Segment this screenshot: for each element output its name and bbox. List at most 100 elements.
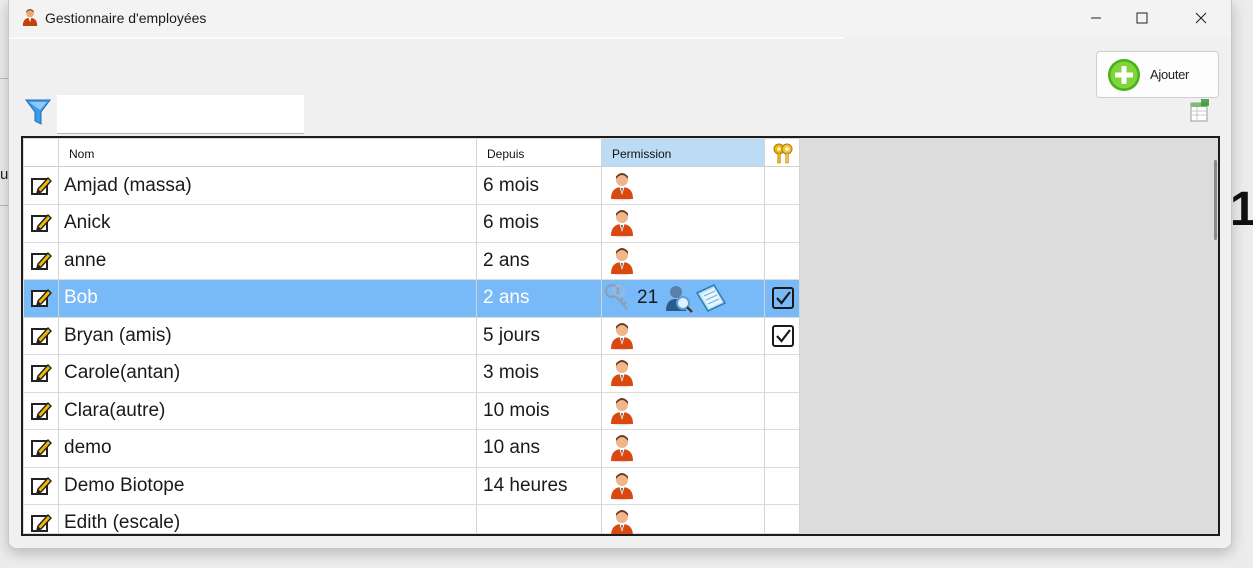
edit-cell[interactable] xyxy=(24,430,58,467)
key-checkbox-cell[interactable] xyxy=(766,505,800,535)
employee-table: Nom Depuis Permission Amjad (massa) 6 moi… xyxy=(24,139,800,534)
permission-cell xyxy=(603,317,765,354)
close-icon xyxy=(1195,12,1207,24)
key-checkbox-cell[interactable] xyxy=(766,467,800,504)
table-row[interactable]: Clara(autre) 10 mois xyxy=(24,392,800,430)
add-button[interactable]: Ajouter xyxy=(1096,51,1219,98)
person-icon xyxy=(611,210,633,238)
since-cell: 10 ans xyxy=(483,437,541,458)
filter-input[interactable] xyxy=(57,95,304,134)
edit-cell[interactable] xyxy=(24,167,58,204)
column-divider xyxy=(799,139,800,533)
person-icon xyxy=(611,322,633,350)
maximize-button[interactable] xyxy=(1119,0,1165,36)
column-divider xyxy=(476,139,477,533)
key-checkbox-cell[interactable] xyxy=(766,242,800,279)
edit-icon[interactable] xyxy=(30,325,52,347)
employee-manager-window: Gestionnaire d'employées Ajouter Nom Dep… xyxy=(8,0,1232,549)
book-icon xyxy=(695,283,727,313)
table-row[interactable]: Bob 2 ans 21 xyxy=(24,279,800,318)
name-cell: Anick xyxy=(64,212,111,233)
since-cell: 2 ans xyxy=(483,249,530,271)
since-cell: 6 mois xyxy=(483,212,539,233)
vertical-scrollbar[interactable] xyxy=(1214,160,1217,240)
permission-cell xyxy=(603,392,765,429)
checkbox-checked-icon[interactable] xyxy=(771,324,795,348)
close-button[interactable] xyxy=(1178,0,1224,36)
header-edit xyxy=(24,139,58,167)
header-depuis[interactable]: Depuis xyxy=(477,139,601,167)
permission-count: 21 xyxy=(637,287,659,308)
key-checkbox-cell[interactable] xyxy=(766,317,800,354)
since-cell: 2 ans xyxy=(483,287,530,308)
table-row[interactable]: Carole(antan) 3 mois xyxy=(24,355,800,393)
edit-cell[interactable] xyxy=(24,280,58,317)
edit-cell[interactable] xyxy=(24,505,58,535)
edit-cell[interactable] xyxy=(24,355,58,392)
permission-cell xyxy=(603,242,765,279)
table-row[interactable]: anne 2 ans xyxy=(24,242,800,280)
edit-cell[interactable] xyxy=(24,317,58,354)
add-plus-icon xyxy=(1108,59,1140,91)
minimize-button[interactable] xyxy=(1073,0,1119,36)
app-person-icon xyxy=(22,9,38,26)
header-permission[interactable]: Permission xyxy=(602,139,764,167)
edit-icon[interactable] xyxy=(30,175,52,197)
key-checkbox-cell[interactable] xyxy=(766,167,800,204)
since-cell xyxy=(483,505,603,535)
edit-icon[interactable] xyxy=(30,437,52,459)
edit-icon[interactable] xyxy=(30,400,52,422)
key-checkbox-cell[interactable] xyxy=(766,392,800,429)
key-checkbox-cell[interactable] xyxy=(766,280,800,317)
maximize-icon xyxy=(1136,12,1148,24)
person-icon xyxy=(611,397,633,425)
title-bar[interactable]: Gestionnaire d'employées xyxy=(9,0,1231,37)
checkbox-checked-icon[interactable] xyxy=(771,286,795,310)
key-checkbox-cell[interactable] xyxy=(766,430,800,467)
person-icon xyxy=(611,360,633,388)
table-row[interactable]: Demo Biotope 14 heures xyxy=(24,467,800,505)
table-row[interactable]: demo 10 ans xyxy=(24,430,800,468)
since-cell: 6 mois xyxy=(483,174,539,196)
name-cell: Demo Biotope xyxy=(64,474,185,496)
permission-cell xyxy=(603,430,765,467)
edit-icon[interactable] xyxy=(30,287,52,309)
edit-icon[interactable] xyxy=(30,475,52,497)
key-checkbox-cell[interactable] xyxy=(766,355,800,392)
name-cell: Bryan (amis) xyxy=(64,324,172,346)
header-keys[interactable] xyxy=(765,139,800,167)
permission-cell xyxy=(603,205,765,242)
table-row[interactable]: Anick 6 mois xyxy=(24,205,800,243)
person-icon xyxy=(611,435,633,463)
edit-cell[interactable] xyxy=(24,467,58,504)
edit-cell[interactable] xyxy=(24,205,58,242)
add-button-label: Ajouter xyxy=(1150,67,1190,82)
edit-cell[interactable] xyxy=(24,242,58,279)
person-icon xyxy=(611,172,633,200)
filter-funnel-icon xyxy=(25,99,51,125)
name-cell: anne xyxy=(64,249,107,271)
permission-cell: 21 xyxy=(603,280,765,317)
employee-grid: Nom Depuis Permission Amjad (massa) 6 moi… xyxy=(21,136,1220,536)
export-sheet-icon[interactable] xyxy=(1189,99,1211,123)
key-checkbox-cell[interactable] xyxy=(766,205,800,242)
person-icon xyxy=(611,472,633,500)
edit-icon[interactable] xyxy=(30,212,52,234)
edit-icon[interactable] xyxy=(30,362,52,384)
table-row[interactable]: Amjad (massa) 6 mois xyxy=(24,167,800,205)
name-cell: Bob xyxy=(64,287,98,308)
edit-icon[interactable] xyxy=(30,512,52,534)
edit-cell[interactable] xyxy=(24,392,58,429)
permission-cell xyxy=(603,467,765,504)
table-row[interactable]: Edith (escale) xyxy=(24,505,800,535)
user-search-icon xyxy=(666,286,694,313)
table-row[interactable]: Bryan (amis) 5 jours xyxy=(24,317,800,355)
keys-permission-icon xyxy=(605,284,628,310)
window-title: Gestionnaire d'employées xyxy=(45,10,207,26)
name-cell: Carole(antan) xyxy=(64,362,181,383)
header-nom[interactable]: Nom xyxy=(59,139,476,167)
since-cell: 10 mois xyxy=(483,399,550,421)
edit-icon[interactable] xyxy=(30,250,52,272)
column-divider xyxy=(58,139,59,533)
name-cell: Edith (escale) xyxy=(64,512,181,533)
